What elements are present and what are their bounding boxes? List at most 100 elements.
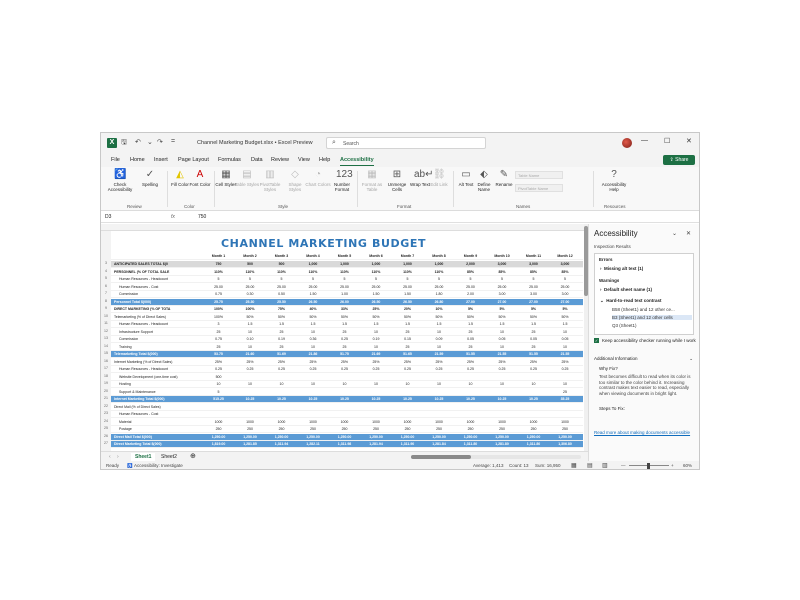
cell[interactable]: 110% (203, 269, 234, 276)
cell[interactable]: 1,311.98 (329, 441, 360, 448)
cell[interactable]: 10 (392, 381, 423, 388)
table-row[interactable]: Human Resources - Cost (111, 411, 583, 418)
cell[interactable]: 3.00 (487, 291, 518, 298)
row-number[interactable]: 19 (101, 381, 111, 385)
add-sheet-icon[interactable]: ⊕ (186, 453, 200, 461)
table-row[interactable]: Internet Marketing (% of Direct Sales) 25… (111, 359, 583, 366)
cell[interactable]: 0.36 (298, 336, 329, 343)
cell[interactable]: 25 (455, 329, 486, 336)
cell[interactable]: 1000 (203, 419, 234, 426)
cell[interactable]: 21.55 (550, 351, 581, 358)
cell[interactable]: 25 (329, 329, 360, 336)
row-number[interactable]: 5 (101, 276, 111, 280)
missing-alt-text-item[interactable]: › Missing alt text (1) (600, 266, 643, 271)
cell[interactable]: 5 (203, 276, 234, 283)
cell[interactable]: 515.25 (203, 396, 234, 403)
cell[interactable]: 26.50 (298, 299, 329, 306)
page-break-view-icon[interactable]: ▥ (602, 461, 608, 469)
cell[interactable]: 110% (298, 269, 329, 276)
cell[interactable]: 0.50 (266, 291, 297, 298)
month-header[interactable]: Month 5 (329, 253, 360, 260)
cell[interactable]: 110% (361, 269, 392, 276)
undo-icon[interactable]: ↶ (135, 138, 141, 146)
cell[interactable]: 1000 (298, 419, 329, 426)
cell[interactable]: 1.5 (298, 321, 329, 328)
contrast-issue-2[interactable]: B3 (Sheet1) and 12 other cells (612, 315, 692, 320)
cell[interactable]: 50% (550, 314, 581, 321)
cell[interactable]: 1000 (329, 419, 360, 426)
row-label[interactable]: DIRECT MARKETING (% OF TOTA (114, 306, 192, 313)
row-label[interactable]: Personnel Total $(000) (114, 299, 192, 306)
cell[interactable]: 0.25 (424, 366, 455, 373)
cell[interactable]: 0.25 (203, 366, 234, 373)
cell[interactable]: 85% (455, 269, 486, 276)
worksheet-grid[interactable]: CHANNEL MARKETING BUDGET Month 1 Month 2M… (111, 231, 583, 451)
cell[interactable]: 1,250.00 (392, 434, 423, 441)
cell[interactable]: 25 (203, 344, 234, 351)
cell[interactable]: 100% (203, 306, 234, 313)
cell[interactable]: 1,819.00 (203, 441, 234, 448)
cell[interactable]: 5 (266, 276, 297, 283)
cell[interactable]: 5% (455, 306, 486, 313)
row-number[interactable]: 24 (101, 419, 111, 423)
row-number[interactable]: 16 (101, 359, 111, 363)
cell[interactable]: 0.05 (487, 336, 518, 343)
row-label[interactable]: Postage (119, 426, 197, 433)
cell[interactable]: 25.00 (266, 284, 297, 291)
cell[interactable]: 10.25 (424, 396, 455, 403)
cell[interactable]: 10 (424, 329, 455, 336)
cell[interactable]: 1000 (392, 419, 423, 426)
cell[interactable]: 50% (298, 314, 329, 321)
cell[interactable]: 0.05 (455, 336, 486, 343)
cell[interactable]: 10 (235, 344, 266, 351)
row-label[interactable]: Human Resources - Headcount (119, 366, 197, 373)
cell[interactable]: 1,311.94 (266, 441, 297, 448)
cell[interactable]: 21.55 (487, 351, 518, 358)
menu-formulas[interactable]: Formulas (218, 157, 241, 163)
zoom-level[interactable]: 60% (683, 461, 692, 469)
cell[interactable]: 25.00 (487, 284, 518, 291)
cell[interactable]: 26.00 (329, 299, 360, 306)
cell[interactable]: 25.00 (235, 284, 266, 291)
avatar[interactable] (622, 138, 632, 148)
menu-help[interactable]: Help (319, 157, 330, 163)
row-number[interactable]: 6 (101, 284, 111, 288)
row-headers[interactable]: 3 4 5 6 7 8 9 10 11 12 13 14 15 16 17 18 19 20 21 22 23 24 25 2… (101, 231, 111, 451)
table-row[interactable]: Direct Marketing Total $(000) 1,819.00 1,2… (111, 441, 583, 448)
format-as-table-button[interactable]: ▦ Format as Table (359, 169, 385, 192)
cell[interactable]: 25% (424, 359, 455, 366)
cell[interactable]: 1.5 (329, 321, 360, 328)
row-number[interactable]: 12 (101, 329, 111, 333)
row-label[interactable]: Human Resources - Headcount (119, 321, 197, 328)
cell[interactable]: 1.5 (424, 321, 455, 328)
cell[interactable]: 51.55 (455, 351, 486, 358)
cell[interactable]: 50% (392, 314, 423, 321)
cell[interactable]: 10 (298, 344, 329, 351)
cell[interactable]: 21.69 (361, 351, 392, 358)
table-row[interactable]: Commission 0.75 0.30 0.50 1.50 1.00 1.50 1.50 1.… (111, 291, 583, 298)
cell[interactable]: 3.00 (550, 291, 581, 298)
pivottable-styles-button[interactable]: ▥ PivotTable Styles (257, 169, 283, 192)
row-label[interactable]: Direct Marketing Total $(000) (114, 441, 192, 448)
cell[interactable]: 10 (329, 381, 360, 388)
cell[interactable]: 10 (298, 381, 329, 388)
cell[interactable]: 5% (550, 306, 581, 313)
month-header-row[interactable]: Month 1 Month 2 Month 3 Month 4 Month 5 Month… (111, 253, 583, 260)
table-row[interactable]: PERSONNEL (% OF TOTAL SALE 110% 110% 110% 11… (111, 269, 583, 276)
cell[interactable]: 250 (424, 426, 455, 433)
cell[interactable]: 1.5 (361, 321, 392, 328)
month-header[interactable]: Month 3 (266, 253, 297, 260)
hard-to-read-item[interactable]: ⌄ Hard-to-read text contrast (600, 298, 662, 304)
row-label[interactable]: Commission (119, 336, 197, 343)
cell[interactable]: 0.75 (203, 336, 234, 343)
cell[interactable]: 250 (266, 426, 297, 433)
table-row[interactable]: Infrastructure Support 25 10 25 10 25 10 25 10 25… (111, 329, 583, 336)
cell[interactable]: 10 (455, 381, 486, 388)
cell[interactable]: 3.00 (518, 291, 549, 298)
table-row[interactable]: Support & Maintenance 5 25 (111, 389, 583, 396)
table-row[interactable]: Training 25 10 25 10 25 10 25 10 25 10 25 10 (111, 344, 583, 351)
row-number[interactable]: 18 (101, 374, 111, 378)
cell[interactable]: 2.00 (455, 291, 486, 298)
row-label[interactable]: Website Development (one-time cost) (119, 374, 197, 381)
cell[interactable]: 10.25 (518, 396, 549, 403)
